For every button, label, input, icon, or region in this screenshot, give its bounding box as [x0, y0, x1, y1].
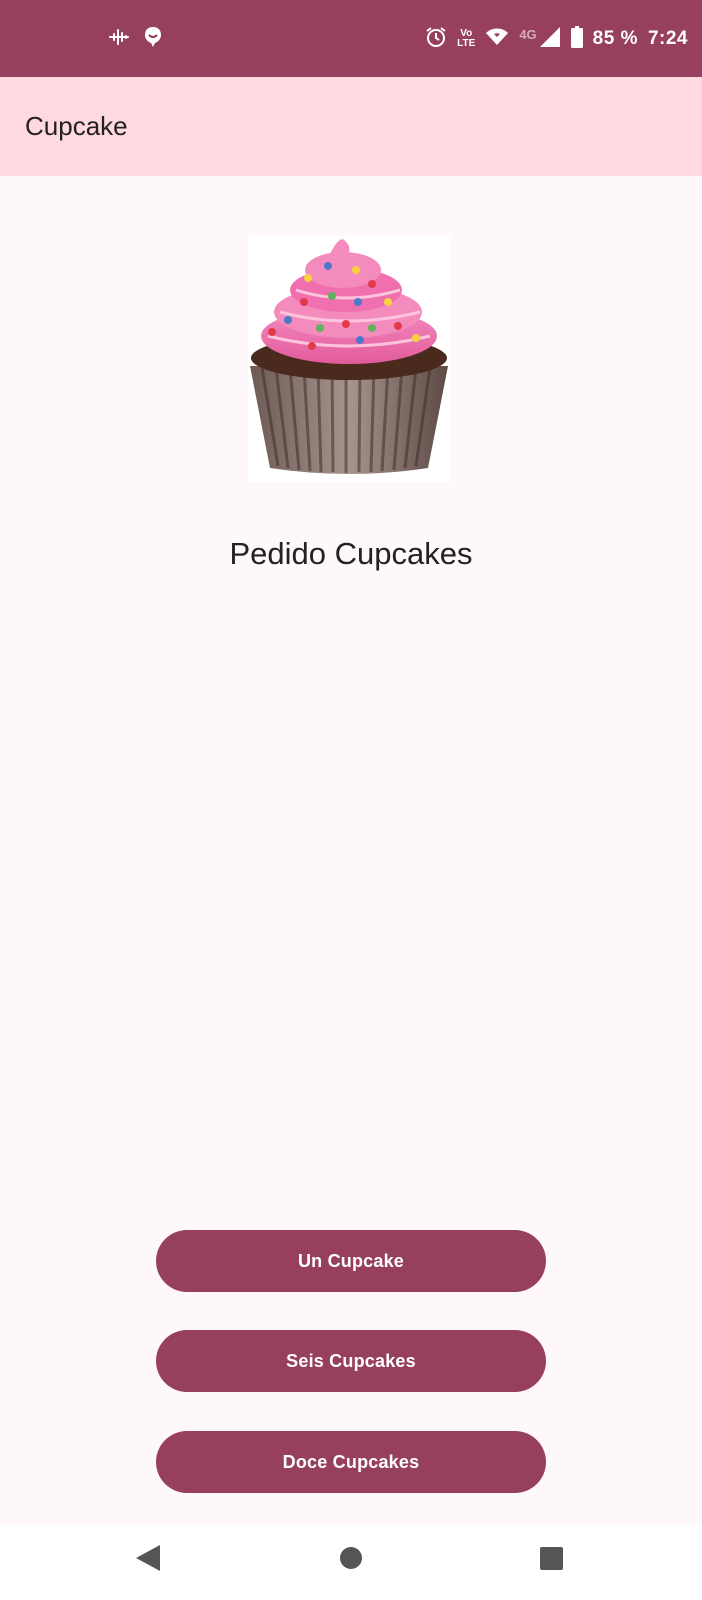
one-cupcake-button[interactable]: Un Cupcake — [156, 1230, 546, 1292]
system-navigation-bar — [0, 1525, 702, 1600]
cell-signal-icon — [539, 26, 561, 53]
volte-icon: Vo LTE — [457, 29, 475, 49]
audio-waveform-icon — [108, 28, 130, 50]
clock: 7:24 — [647, 28, 688, 49]
battery-icon — [570, 25, 583, 53]
volte-bottom-label: LTE — [457, 38, 476, 49]
battery-percent: 85 % — [592, 28, 638, 49]
cupcake-image — [248, 236, 450, 482]
signal-type-label: 4G — [519, 26, 537, 42]
wifi-icon — [485, 27, 509, 52]
order-title: Pedido Cupcakes — [229, 536, 473, 571]
home-icon[interactable] — [340, 1547, 362, 1569]
recents-icon[interactable] — [540, 1547, 563, 1570]
app-title: Cupcake — [25, 111, 128, 141]
six-cupcakes-button[interactable]: Seis Cupcakes — [156, 1330, 546, 1392]
twelve-cupcakes-button[interactable]: Doce Cupcakes — [156, 1431, 546, 1493]
back-icon[interactable] — [136, 1545, 160, 1576]
app-bar: Cupcake — [0, 77, 702, 176]
status-bar: Vo LTE 4G 85 % 7:24 — [0, 0, 702, 77]
alarm-icon — [425, 26, 447, 53]
chat-notification-icon — [144, 26, 162, 53]
